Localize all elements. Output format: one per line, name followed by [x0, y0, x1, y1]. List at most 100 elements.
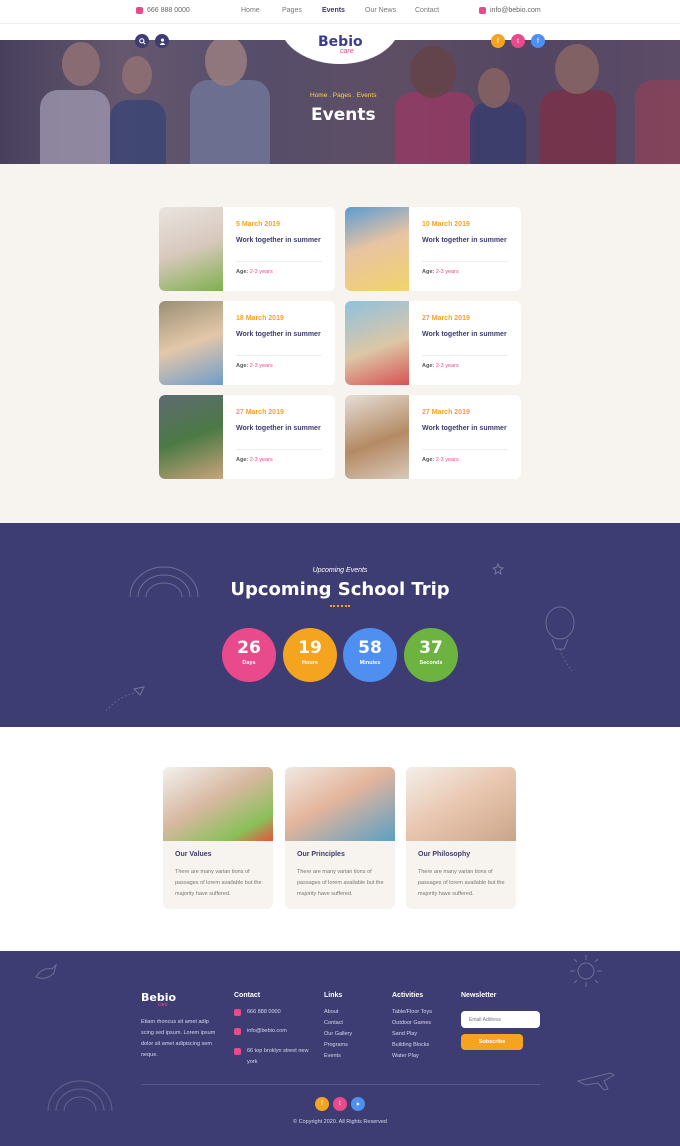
- footer-activity-toys[interactable]: Table/Floor Toys: [392, 1009, 432, 1015]
- nav-our-news[interactable]: Our News: [365, 7, 396, 14]
- copyright-text: © Copyright 2020. All Rights Reserved: [293, 1119, 387, 1125]
- footer-activities-heading: Activities: [392, 992, 424, 999]
- mail-icon: [479, 7, 486, 14]
- footer-email[interactable]: info@bebio.com: [234, 1026, 287, 1037]
- facebook-alt-button[interactable]: f: [531, 34, 545, 48]
- search-icon: [138, 37, 146, 45]
- footer-activity-water[interactable]: Water Play: [392, 1053, 419, 1059]
- values-section: Our Values There are many varian tions o…: [0, 727, 680, 951]
- value-text: There are many varian tions of passages …: [418, 869, 505, 897]
- value-text: There are many varian tions of passages …: [297, 869, 384, 897]
- countdown-days: 26 Days: [222, 628, 276, 682]
- footer-link-programs[interactable]: Programs: [324, 1042, 348, 1048]
- balloon-doodle-icon: [545, 606, 575, 672]
- event-card[interactable]: 5 March 2019 Work together in summer Age…: [159, 207, 335, 291]
- event-age-label: Age:: [422, 457, 435, 463]
- event-date: 27 March 2019: [236, 409, 284, 416]
- account-button[interactable]: [155, 34, 169, 48]
- countdown-hours: 19 Hours: [283, 628, 337, 682]
- header-phone-text: 666 888 0000: [147, 7, 190, 14]
- footer-logo-tagline: care: [158, 1002, 168, 1008]
- event-thumbnail: [345, 207, 409, 291]
- footer-links-heading: Links: [324, 992, 343, 999]
- user-icon: [159, 38, 165, 45]
- location-icon: [234, 1048, 241, 1055]
- event-title[interactable]: Work together in summer: [236, 330, 326, 339]
- newsletter-email-input[interactable]: [461, 1011, 540, 1028]
- countdown-title: Upcoming School Trip: [230, 579, 450, 600]
- footer-phone-text: 666 888 0000: [247, 1009, 281, 1015]
- site-footer: Bebio care Etiam rhoncus sit amet adip s…: [0, 951, 680, 1146]
- value-image: [285, 767, 395, 841]
- nav-contact[interactable]: Contact: [415, 7, 439, 14]
- nav-home[interactable]: Home: [241, 7, 260, 14]
- event-title[interactable]: Work together in summer: [236, 236, 326, 245]
- event-age-value: 2-3 years: [249, 457, 273, 463]
- event-card[interactable]: 27 March 2019 Work together in summer Ag…: [345, 395, 521, 479]
- countdown-seconds-label: Seconds: [419, 660, 443, 666]
- event-title[interactable]: Work together in summer: [422, 330, 512, 339]
- facebook-button[interactable]: f: [491, 34, 505, 48]
- event-title[interactable]: Work together in summer: [236, 424, 326, 433]
- footer-phone[interactable]: 666 888 0000: [234, 1007, 281, 1018]
- footer-link-about[interactable]: About: [324, 1009, 338, 1015]
- header-email[interactable]: info@bebio.com: [479, 7, 541, 14]
- event-title[interactable]: Work together in summer: [422, 236, 512, 245]
- countdown-seconds-value: 37: [419, 638, 443, 658]
- nav-events[interactable]: Events: [322, 7, 345, 14]
- event-card[interactable]: 27 March 2019 Work together in summer Ag…: [345, 301, 521, 385]
- value-card[interactable]: Our Values There are many varian tions o…: [163, 767, 273, 909]
- breadcrumb[interactable]: Home . Pages . Events: [310, 92, 376, 99]
- event-card[interactable]: 18 March 2019 Work together in summer Ag…: [159, 301, 335, 385]
- value-image: [406, 767, 516, 841]
- site-logo-tagline: care: [340, 48, 354, 55]
- countdown-minutes: 58 Minutes: [343, 628, 397, 682]
- nav-pages[interactable]: Pages: [282, 7, 302, 14]
- event-age: Age: 2-3 years: [422, 457, 459, 463]
- event-age: Age: 2-3 years: [422, 363, 459, 369]
- value-card[interactable]: Our Philosophy There are many varian tio…: [406, 767, 516, 909]
- footer-twitter-button[interactable]: t: [333, 1097, 347, 1111]
- footer-email-text: info@bebio.com: [247, 1028, 287, 1034]
- countdown-eyebrow: Upcoming Events: [312, 567, 368, 574]
- event-date: 27 March 2019: [422, 315, 470, 322]
- event-card[interactable]: 10 March 2019 Work together in summer Ag…: [345, 207, 521, 291]
- event-age: Age: 2-3 years: [236, 457, 273, 463]
- divider: [422, 449, 508, 450]
- event-date: 5 March 2019: [236, 221, 280, 228]
- footer-address: 66 top broklyn street new york: [234, 1046, 314, 1068]
- footer-link-contact[interactable]: Contact: [324, 1020, 343, 1026]
- search-button[interactable]: [135, 34, 149, 48]
- footer-about: Etiam rhoncus sit amet adip scing sed ip…: [141, 1019, 216, 1058]
- page-title: Events: [311, 105, 376, 125]
- footer-youtube-button[interactable]: [351, 1097, 365, 1111]
- title-underline: [330, 603, 350, 607]
- footer-link-events[interactable]: Events: [324, 1053, 341, 1059]
- countdown-minutes-label: Minutes: [359, 660, 381, 666]
- footer-activity-blocks[interactable]: Building Blocks: [392, 1042, 429, 1048]
- event-title[interactable]: Work together in summer: [422, 424, 512, 433]
- event-age: Age: 2-3 years: [422, 269, 459, 275]
- footer-activity-sand[interactable]: Sand Play: [392, 1031, 417, 1037]
- footer-activity-outdoor[interactable]: Outdoor Games: [392, 1020, 431, 1026]
- value-card[interactable]: Our Principles There are many varian tio…: [285, 767, 395, 909]
- phone-icon: [136, 7, 143, 14]
- event-thumbnail: [159, 395, 223, 479]
- value-title: Our Principles: [297, 851, 345, 858]
- footer-newsletter-heading: Newsletter: [461, 992, 497, 999]
- divider: [236, 261, 322, 262]
- footer-facebook-button[interactable]: f: [315, 1097, 329, 1111]
- bird-doodle-icon: [105, 686, 145, 712]
- bird-doodle-icon: [35, 963, 57, 979]
- rainbow-doodle-icon: [47, 1080, 113, 1112]
- twitter-button[interactable]: t: [511, 34, 525, 48]
- event-card[interactable]: 27 March 2019 Work together in summer Ag…: [159, 395, 335, 479]
- twitter-icon: t: [517, 37, 519, 45]
- header-phone[interactable]: 666 888 0000: [136, 7, 190, 14]
- event-age-label: Age:: [236, 363, 249, 369]
- footer-link-gallery[interactable]: Our Gallery: [324, 1031, 352, 1037]
- phone-icon: [234, 1009, 241, 1016]
- facebook-icon: f: [321, 1101, 323, 1107]
- subscribe-button[interactable]: Subscribe: [461, 1034, 523, 1050]
- sun-doodle-icon: [570, 955, 602, 987]
